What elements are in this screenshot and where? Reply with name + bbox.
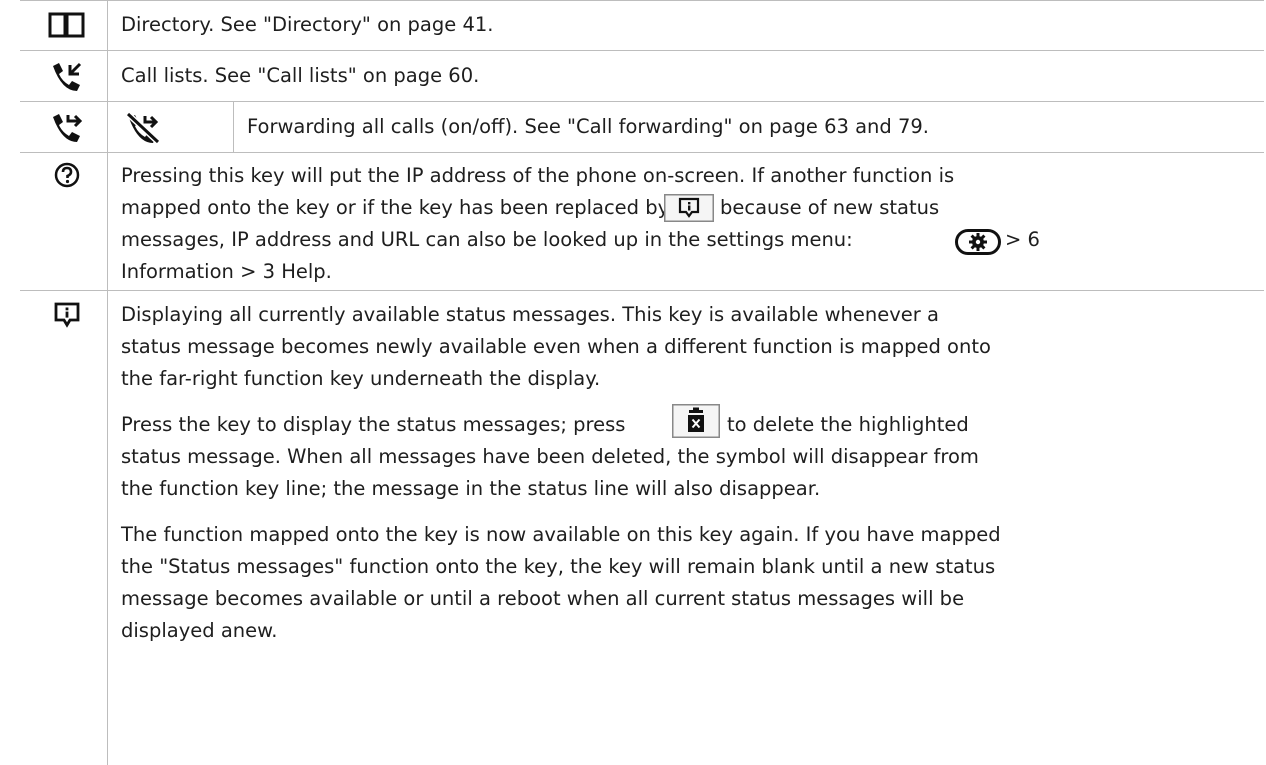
help-line-4: Information > 3 Help.: [121, 260, 332, 283]
status-p1-line-3: the far-right function key underneath th…: [121, 367, 601, 390]
call-lists-text: Call lists. See "Call lists" on page 60.: [121, 64, 480, 87]
status-message-icon: [54, 302, 80, 328]
row-divider: [20, 0, 1264, 1]
row-divider: [20, 152, 1264, 153]
status-p2-line-1b: to delete the highlighted: [727, 413, 969, 436]
call-forward-off-icon: [125, 112, 161, 144]
help-icon: [54, 162, 80, 188]
row-divider: [20, 50, 1264, 51]
help-line-3a: messages, IP address and URL can also be…: [121, 228, 853, 251]
help-line-2a: mapped onto the key or if the key has be…: [121, 196, 670, 219]
call-list-icon: [53, 62, 82, 91]
call-forwarding-text: Forwarding all calls (on/off). See "Call…: [247, 115, 929, 138]
call-forward-icon: [53, 114, 83, 142]
help-line-3b: > 6: [1005, 228, 1040, 251]
directory-text: Directory. See "Directory" on page 41.: [121, 13, 494, 36]
status-p3-line-2: the "Status messages" function onto the …: [121, 555, 996, 578]
status-p1-line-2: status message becomes newly available e…: [121, 335, 991, 358]
delete-key-icon: [672, 404, 720, 438]
status-p1-line-1: Displaying all currently available statu…: [121, 303, 939, 326]
row-divider: [20, 290, 1264, 291]
status-p3-line-1: The function mapped onto the key is now …: [121, 523, 1001, 546]
settings-key-icon: [955, 229, 1001, 255]
status-p3-line-3: message becomes available or until a reb…: [121, 587, 965, 610]
help-line-2b: because of new status: [720, 196, 940, 219]
status-message-key-icon: [664, 194, 714, 222]
status-p2-line-2: status message. When all messages have b…: [121, 445, 979, 468]
column-divider: [233, 101, 234, 152]
book-icon: [48, 12, 85, 38]
status-p3-line-4: displayed anew.: [121, 619, 278, 642]
status-p2-line-1a: Press the key to display the status mess…: [121, 413, 626, 436]
row-divider: [20, 101, 1264, 102]
status-p2-line-3: the function key line; the message in th…: [121, 477, 821, 500]
column-divider: [107, 0, 108, 765]
help-line-1: Pressing this key will put the IP addres…: [121, 164, 955, 187]
